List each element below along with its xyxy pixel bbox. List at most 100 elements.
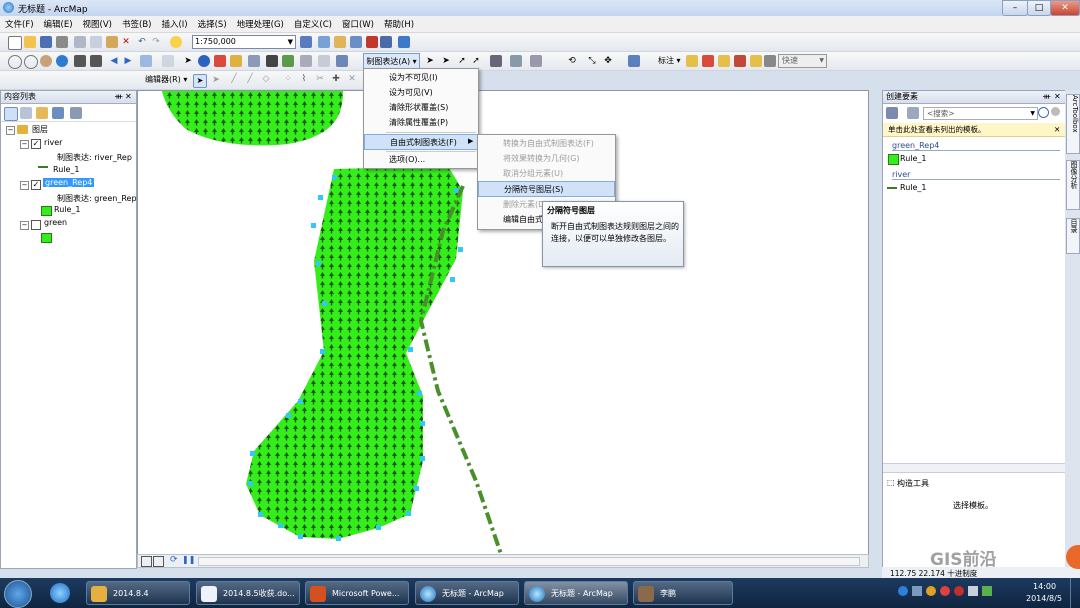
maximize-button[interactable]: □ bbox=[1027, 0, 1051, 16]
lasso-direct-icon[interactable]: ➚ bbox=[470, 55, 482, 67]
template-properties-icon[interactable] bbox=[907, 107, 919, 119]
layer-name-green-rep4[interactable]: green_Rep4 bbox=[43, 178, 95, 187]
marker-tool-icon[interactable] bbox=[490, 55, 502, 67]
new-document-icon[interactable] bbox=[8, 36, 22, 50]
organize-templates-icon[interactable] bbox=[886, 107, 898, 119]
network-icon[interactable] bbox=[912, 586, 922, 596]
move-tool-icon[interactable]: ✥ bbox=[602, 55, 614, 67]
label-weights-icon[interactable] bbox=[718, 55, 730, 67]
search-icon[interactable] bbox=[1038, 107, 1049, 118]
menu-geoprocessing[interactable]: 地理处理(G) bbox=[232, 16, 289, 32]
resize-tool-icon[interactable]: ⤡ bbox=[586, 55, 598, 67]
label-manager-icon[interactable] bbox=[686, 55, 698, 67]
pause-labeling-icon[interactable] bbox=[764, 55, 776, 67]
task-arcmap-2[interactable]: 无标题 - ArcMap bbox=[524, 581, 628, 605]
view-unplaced-icon[interactable] bbox=[750, 55, 762, 67]
cut-icon[interactable] bbox=[74, 36, 86, 48]
map-scale-combobox[interactable]: 1:750,000 ▼ bbox=[192, 35, 296, 49]
go-to-xy-icon[interactable] bbox=[300, 55, 312, 67]
menu-bookmarks[interactable]: 书签(B) bbox=[117, 16, 156, 32]
zoom-out-icon[interactable] bbox=[24, 55, 38, 69]
rotate-edit-icon[interactable]: ✕ bbox=[346, 74, 358, 86]
security-icon[interactable] bbox=[940, 586, 950, 596]
select-representation-icon[interactable]: ➤ bbox=[424, 55, 436, 67]
lock-labels-icon[interactable] bbox=[734, 55, 746, 67]
lasso-select-icon[interactable]: ➚ bbox=[456, 55, 468, 67]
menu-insert[interactable]: 插入(I) bbox=[156, 16, 192, 32]
root-layer-label[interactable]: 图层 bbox=[32, 124, 48, 135]
delete-icon[interactable]: ✕ bbox=[120, 36, 132, 48]
unlisted-templates-note[interactable]: 单击此处查看未列出的模板。 ✕ bbox=[883, 123, 1065, 137]
edit-vertices-icon[interactable]: ⁘ bbox=[282, 74, 294, 86]
model-builder-icon[interactable] bbox=[398, 36, 410, 48]
straight-segment-icon[interactable]: ╱ bbox=[228, 74, 240, 86]
trace-tool-icon[interactable]: ╱ bbox=[244, 74, 256, 86]
direct-select-icon[interactable]: ➤ bbox=[440, 55, 452, 67]
menu-selection[interactable]: 选择(S) bbox=[193, 16, 232, 32]
editor-menu-button[interactable]: 编辑器(R) ▾ bbox=[145, 74, 187, 85]
pan-icon[interactable] bbox=[40, 55, 52, 67]
fixed-zoom-out-icon[interactable] bbox=[90, 55, 102, 67]
submenu-separate-symbol-layers[interactable]: 分隔符号图层(S) bbox=[478, 181, 615, 197]
identify-icon[interactable] bbox=[198, 55, 210, 67]
menu-customize[interactable]: 自定义(C) bbox=[289, 16, 337, 32]
redo-icon[interactable]: ↷ bbox=[150, 36, 162, 48]
forest-polygon-top[interactable] bbox=[162, 91, 343, 146]
pause-drawing-icon[interactable]: ❚❚ bbox=[182, 555, 195, 564]
menu-help[interactable]: 帮助(H) bbox=[379, 16, 419, 32]
undo-icon[interactable]: ↶ bbox=[136, 36, 148, 48]
user-icon[interactable] bbox=[954, 586, 964, 596]
hyperlink-icon[interactable] bbox=[214, 55, 226, 67]
tab-catalog[interactable]: 目录 bbox=[1066, 218, 1080, 254]
select-features-icon[interactable] bbox=[140, 55, 152, 67]
tab-image-analysis[interactable]: 图像分析 bbox=[1066, 160, 1080, 210]
html-popup-icon[interactable] bbox=[230, 55, 242, 67]
template-search-input[interactable]: <搜索> ▼ bbox=[923, 107, 1038, 120]
edit-annotation-icon[interactable]: ➤ bbox=[210, 74, 222, 86]
warp-tool-icon[interactable] bbox=[530, 55, 542, 67]
arctoolbox-icon[interactable] bbox=[366, 36, 378, 48]
editor-toolbar-icon[interactable] bbox=[300, 36, 312, 48]
close-icon[interactable]: ✕ bbox=[125, 91, 132, 103]
back-extent-icon[interactable]: ◀ bbox=[108, 55, 120, 67]
edit-tool-icon[interactable]: ➤ bbox=[193, 74, 207, 88]
list-by-drawing-order-icon[interactable] bbox=[4, 107, 18, 121]
zoom-in-icon[interactable] bbox=[8, 55, 22, 69]
horizontal-scrollbar[interactable] bbox=[198, 557, 860, 566]
close-icon[interactable]: ✕ bbox=[1054, 91, 1061, 103]
forward-extent-icon[interactable]: ▶ bbox=[122, 55, 134, 67]
menu-item-free-representation[interactable]: 自由式制图表达(F) bbox=[364, 134, 478, 150]
list-by-visibility-icon[interactable] bbox=[36, 107, 48, 119]
label-quality-select[interactable]: 快速 ▼ bbox=[778, 54, 827, 68]
time-slider-icon[interactable] bbox=[318, 55, 330, 67]
help-icon[interactable] bbox=[898, 586, 908, 596]
label-priority-icon[interactable] bbox=[702, 55, 714, 67]
task-powerpoint[interactable]: Microsoft Powe... bbox=[305, 581, 409, 605]
python-window-icon[interactable] bbox=[380, 36, 392, 48]
fixed-zoom-in-icon[interactable] bbox=[74, 55, 86, 67]
battery-icon[interactable] bbox=[982, 586, 992, 596]
menu-item-clear-attribute-overrides[interactable]: 清除属性覆盖(P) bbox=[364, 115, 478, 131]
menu-edit[interactable]: 编辑(E) bbox=[39, 16, 78, 32]
layer-name-green[interactable]: green bbox=[44, 218, 67, 227]
menu-item-clear-shape-overrides[interactable]: 清除形状覆盖(S) bbox=[364, 100, 478, 116]
layer-checkbox-green-rep4[interactable]: ✓ bbox=[31, 180, 41, 190]
find-route-icon[interactable] bbox=[282, 55, 294, 67]
split-icon[interactable]: ✚ bbox=[330, 74, 342, 86]
task-word[interactable]: 2014.8.5收获.do... bbox=[196, 581, 300, 605]
template-item-green-rule[interactable]: Rule_1 bbox=[900, 154, 927, 163]
table-of-contents-icon[interactable] bbox=[318, 36, 330, 48]
measure-icon[interactable] bbox=[248, 55, 260, 67]
tree-expander[interactable]: − bbox=[20, 181, 29, 190]
layout-view-icon[interactable] bbox=[153, 556, 164, 567]
clock-date[interactable]: 2014/8/5 bbox=[1026, 594, 1062, 603]
tab-arctoolbox[interactable]: ArcToolbox bbox=[1066, 94, 1080, 154]
panel-splitter[interactable] bbox=[883, 463, 1065, 473]
menu-item-options[interactable]: 选项(O)... bbox=[364, 152, 478, 168]
find-icon[interactable] bbox=[266, 55, 278, 67]
toc-options-icon[interactable] bbox=[70, 107, 82, 119]
clear-selection-icon[interactable] bbox=[162, 55, 174, 67]
data-view-icon[interactable] bbox=[141, 556, 152, 567]
clock-time[interactable]: 14:00 bbox=[1033, 582, 1056, 591]
point-tool-icon[interactable]: ◇ bbox=[260, 74, 272, 86]
